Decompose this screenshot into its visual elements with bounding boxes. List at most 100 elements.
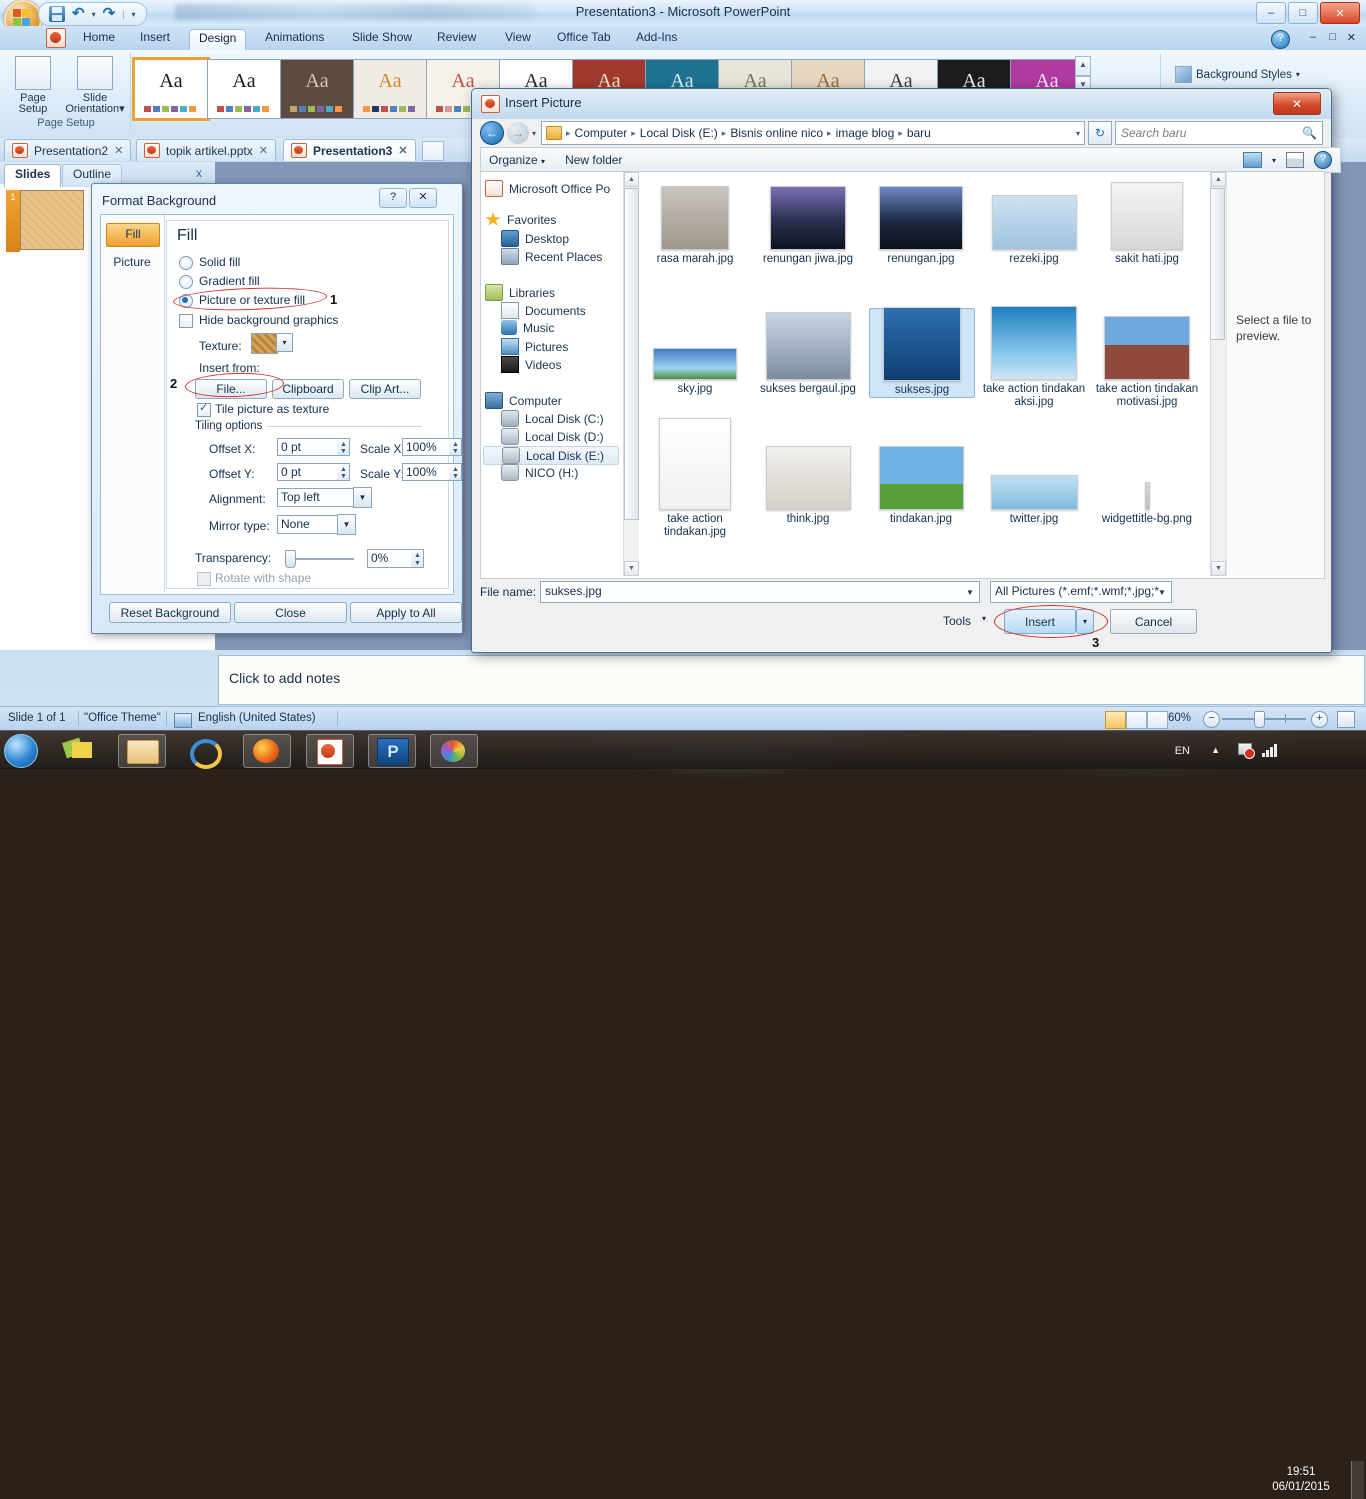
file-name-input[interactable]: sukses.jpg bbox=[540, 581, 980, 603]
nav-item-libraries[interactable]: Libraries bbox=[485, 284, 555, 301]
spinner-offset-x[interactable]: ▲ ▼ bbox=[337, 438, 350, 456]
breadcrumb-bisnis-online-nico[interactable]: Bisnis online nico bbox=[730, 126, 823, 140]
powerpoint-icon[interactable] bbox=[306, 734, 354, 768]
file-item[interactable]: renungan jiwa.jpg bbox=[756, 178, 860, 266]
views-dropdown-icon[interactable]: ▾ bbox=[1272, 156, 1276, 165]
theme-3[interactable]: Aa bbox=[280, 59, 354, 119]
doc-tab-presentation3[interactable]: Presentation3 ✕ bbox=[283, 139, 416, 161]
gallery-scroll-up-icon[interactable]: ▲ bbox=[1075, 56, 1091, 76]
theme-1[interactable]: Aa bbox=[132, 57, 210, 121]
tools-dropdown-icon[interactable]: ▾ bbox=[982, 614, 986, 623]
maximize-button[interactable]: □ bbox=[1288, 2, 1318, 24]
nav-item-local-disk-c[interactable]: Local Disk (C:) bbox=[501, 410, 604, 427]
nav-item-microsoft-office-po[interactable]: Microsoft Office Po bbox=[485, 180, 610, 197]
ribbon-minimize-icon[interactable]: – bbox=[1310, 31, 1316, 43]
photoshop-icon[interactable]: P bbox=[368, 734, 416, 768]
file-list[interactable]: ...jpg rasa marah.jpg renungan jiwa.jpg ren… bbox=[639, 172, 1211, 576]
file-item[interactable]: sakit hati.jpg bbox=[1095, 178, 1199, 266]
tab-slides[interactable]: Slides bbox=[4, 164, 62, 187]
nav-scroll-down-icon[interactable]: ▼ bbox=[624, 561, 639, 576]
customize-qat-icon[interactable]: ▾ bbox=[132, 10, 136, 19]
ribbon-tab-review[interactable]: Review bbox=[428, 29, 485, 50]
new-folder-button[interactable]: New folder bbox=[565, 153, 622, 167]
texture-swatch[interactable] bbox=[251, 333, 278, 354]
breadcrumb-dropdown-icon[interactable]: ▾ bbox=[1076, 129, 1080, 138]
nav-item-favorites[interactable]: Favorites bbox=[485, 212, 556, 227]
nav-item-music[interactable]: Music bbox=[501, 320, 554, 335]
windows-explorer-icon[interactable] bbox=[118, 734, 166, 768]
nav-item-computer[interactable]: Computer bbox=[485, 392, 562, 409]
file-type-select[interactable]: All Pictures (*.emf;*.wmf;*.jpg;* bbox=[990, 581, 1172, 603]
tools-button[interactable]: Tools bbox=[943, 614, 971, 628]
label-picture-or-texture-fill[interactable]: Picture or texture fill bbox=[199, 293, 305, 307]
windows-start-orb[interactable] bbox=[4, 734, 38, 768]
file-item[interactable]: sukses.jpg bbox=[869, 307, 975, 398]
history-dropdown-icon[interactable]: ▾ bbox=[532, 129, 536, 138]
spellcheck-icon[interactable] bbox=[174, 713, 192, 728]
mirror-type-dropdown-icon[interactable]: ▼ bbox=[337, 514, 356, 535]
file-item[interactable]: tindakan.jpg bbox=[869, 438, 973, 526]
nav-item-fill[interactable]: Fill bbox=[106, 223, 160, 247]
breadcrumb-computer[interactable]: Computer bbox=[575, 126, 628, 140]
notes-pane[interactable]: Click to add notes bbox=[218, 655, 1365, 705]
file-scroll-up-icon[interactable]: ▲ bbox=[1211, 172, 1226, 187]
view-normal-button[interactable] bbox=[1105, 711, 1126, 729]
spinner-offset-y[interactable]: ▲ ▼ bbox=[337, 463, 350, 481]
redo-icon[interactable]: ↷ bbox=[103, 6, 116, 22]
input-offset-y[interactable]: 0 pt bbox=[277, 463, 338, 481]
nav-scroll-up-icon[interactable]: ▲ bbox=[624, 172, 639, 187]
ribbon-tab-view[interactable]: View bbox=[496, 29, 540, 50]
slide-thumbnail-1[interactable]: 1 bbox=[6, 190, 84, 252]
office-tab-icon[interactable] bbox=[46, 28, 68, 48]
slides-pane-close-icon[interactable]: x bbox=[196, 166, 202, 180]
nav-item-recent-places[interactable]: Recent Places bbox=[501, 248, 602, 265]
file-item[interactable]: think.jpg bbox=[756, 438, 860, 526]
zoom-level[interactable]: 60% bbox=[1168, 712, 1191, 724]
undo-dropdown-icon[interactable]: ▾ bbox=[92, 10, 96, 19]
file-list-scroll-thumb[interactable] bbox=[1210, 188, 1225, 340]
view-slide-sorter-button[interactable] bbox=[1126, 711, 1147, 729]
file-item[interactable]: sukses bergaul.jpg bbox=[756, 308, 860, 396]
file-name-dropdown-icon[interactable]: ▼ bbox=[960, 581, 980, 603]
transparency-slider[interactable] bbox=[289, 558, 354, 560]
save-icon[interactable] bbox=[49, 6, 65, 22]
file-item[interactable]: rasa marah.jpg bbox=[643, 178, 747, 266]
status-language[interactable]: English (United States) bbox=[198, 712, 316, 724]
apply-to-all-button[interactable]: Apply to All bbox=[350, 602, 462, 623]
zoom-in-button[interactable]: + bbox=[1311, 711, 1328, 728]
quick-access-toolbar[interactable]: ↶ ▾ ↷ | ▾ bbox=[38, 2, 147, 26]
insert-split-dropdown-icon[interactable]: ▾ bbox=[1076, 609, 1094, 634]
select-mirror-type[interactable]: None bbox=[277, 515, 338, 534]
insert-picture-close-button[interactable]: ✕ bbox=[1273, 92, 1321, 115]
label-solid-fill[interactable]: Solid fill bbox=[199, 255, 240, 269]
ribbon-tab-insert[interactable]: Insert bbox=[131, 29, 179, 50]
ribbon-restore-icon[interactable]: □ bbox=[1329, 31, 1336, 43]
back-button[interactable]: ← bbox=[480, 121, 504, 145]
nav-item-videos[interactable]: Videos bbox=[501, 356, 561, 373]
doc-tab-close-icon[interactable]: ✕ bbox=[398, 144, 407, 157]
doc-tab-topik-artikel[interactable]: topik artikel.pptx ✕ bbox=[136, 139, 276, 161]
ribbon-tab-office-tab[interactable]: Office Tab bbox=[548, 29, 620, 50]
insert-from-clipboard-button[interactable]: Clipboard bbox=[272, 379, 344, 399]
doc-tab-presentation2[interactable]: Presentation2 ✕ bbox=[4, 139, 132, 161]
show-desktop-peek-icon[interactable] bbox=[56, 734, 102, 766]
file-item-partial-top[interactable]: ...jpg bbox=[863, 172, 967, 173]
label-hide-background-graphics[interactable]: Hide background graphics bbox=[199, 313, 338, 327]
ribbon-close-icon[interactable]: ✕ bbox=[1347, 31, 1356, 44]
tray-show-hidden-icon[interactable]: ▲ bbox=[1211, 745, 1220, 755]
input-scale-y[interactable]: 100% bbox=[402, 463, 450, 481]
zoom-slider-handle[interactable] bbox=[1254, 711, 1265, 728]
firefox-icon[interactable] bbox=[243, 734, 291, 768]
nav-item-local-disk-d[interactable]: Local Disk (D:) bbox=[501, 428, 604, 445]
close-button[interactable]: ✕ bbox=[1320, 2, 1360, 24]
forward-button[interactable]: → bbox=[507, 122, 529, 144]
ribbon-tab-animations[interactable]: Animations bbox=[256, 29, 333, 50]
nav-item-local-disk-e[interactable]: Local Disk (E:) bbox=[483, 446, 619, 465]
ribbon-tab-design[interactable]: Design bbox=[189, 29, 247, 51]
nav-item-desktop[interactable]: Desktop bbox=[501, 230, 569, 247]
navigation-scroll-thumb[interactable] bbox=[624, 188, 639, 520]
help-icon[interactable]: ? bbox=[1271, 30, 1290, 49]
internet-explorer-icon[interactable] bbox=[180, 734, 226, 769]
breadcrumb-baru[interactable]: baru bbox=[907, 126, 931, 140]
network-bars-icon[interactable] bbox=[1262, 743, 1280, 757]
